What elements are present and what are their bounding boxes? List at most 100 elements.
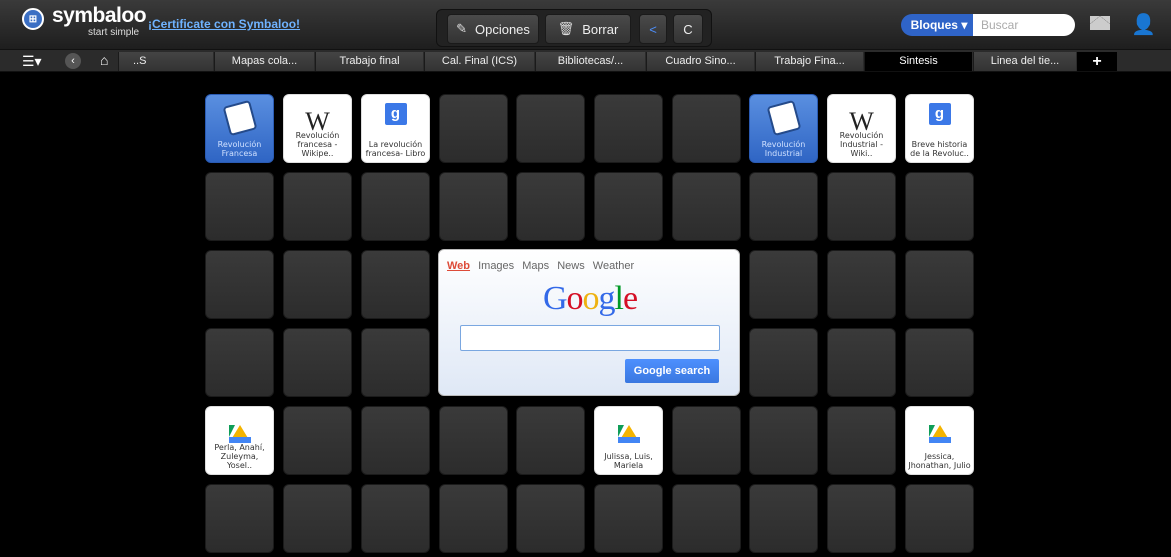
search-input[interactable]: Buscar: [973, 14, 1075, 36]
top-bar: ⊞ symbaloo start simple ¡Certificate con…: [0, 0, 1171, 50]
empty-tile[interactable]: [905, 484, 974, 553]
google-search-tabs: Web Images Maps News Weather: [447, 260, 639, 272]
book-icon: [766, 99, 801, 137]
google-tab-weather[interactable]: Weather: [593, 260, 634, 272]
tile-label: Revolución francesa - Wikipe..: [295, 131, 340, 158]
google-drive-icon: [617, 425, 640, 443]
empty-tile[interactable]: [205, 484, 274, 553]
empty-tile[interactable]: [439, 484, 508, 553]
tile-t3[interactable]: g La revolución francesa- Libro: [361, 94, 430, 163]
google-tab-maps[interactable]: Maps: [522, 260, 549, 272]
tile-label: Jessica, Jhonathan, Julio: [908, 452, 971, 470]
book-icon: [222, 99, 257, 137]
home-icon[interactable]: ⌂: [100, 52, 108, 68]
empty-tile[interactable]: [905, 172, 974, 241]
google-tab-news[interactable]: News: [557, 260, 585, 272]
tile-t4[interactable]: Revolución Industrial: [749, 94, 818, 163]
share-button[interactable]: <: [639, 14, 667, 44]
empty-tile[interactable]: [594, 94, 663, 163]
refresh-button[interactable]: C: [673, 14, 703, 44]
empty-tile[interactable]: [439, 406, 508, 475]
empty-tile[interactable]: [827, 484, 896, 553]
tab-cal-final[interactable]: Cal. Final (ICS): [424, 52, 534, 71]
empty-tile[interactable]: [283, 406, 352, 475]
empty-tile[interactable]: [205, 250, 274, 319]
chevron-left-icon[interactable]: ‹: [65, 53, 81, 69]
google-books-icon: g: [928, 103, 951, 125]
empty-tile[interactable]: [749, 172, 818, 241]
tile-label: Breve historia de la Revoluc..: [910, 140, 969, 158]
empty-tile[interactable]: [361, 328, 430, 397]
empty-tile[interactable]: [594, 172, 663, 241]
tab-mapas[interactable]: Mapas cola...: [214, 52, 314, 71]
empty-tile[interactable]: [439, 172, 508, 241]
empty-tile[interactable]: [827, 250, 896, 319]
tab-cuadro[interactable]: Cuadro Sino...: [646, 52, 754, 71]
google-tab-images[interactable]: Images: [478, 260, 514, 272]
empty-tile[interactable]: [905, 250, 974, 319]
mail-icon[interactable]: [1090, 16, 1110, 30]
tab-trabajo-final[interactable]: Trabajo final: [315, 52, 423, 71]
empty-tile[interactable]: [749, 328, 818, 397]
empty-tile[interactable]: [516, 484, 585, 553]
empty-tile[interactable]: [283, 328, 352, 397]
empty-tile[interactable]: [361, 484, 430, 553]
empty-tile[interactable]: [516, 406, 585, 475]
empty-tile[interactable]: [749, 250, 818, 319]
empty-tile[interactable]: [283, 172, 352, 241]
empty-tile[interactable]: [672, 172, 741, 241]
empty-tile[interactable]: [439, 94, 508, 163]
google-tab-web[interactable]: Web: [447, 260, 470, 272]
empty-tile[interactable]: [827, 172, 896, 241]
tile-t9[interactable]: Jessica, Jhonathan, Julio: [905, 406, 974, 475]
google-books-icon: g: [384, 103, 407, 125]
tile-label: Perla, Anahí, Zuleyma, Yosel..: [214, 443, 265, 470]
tile-t1[interactable]: Revolución Francesa: [205, 94, 274, 163]
empty-tile[interactable]: [827, 328, 896, 397]
tile-t7[interactable]: Perla, Anahí, Zuleyma, Yosel..: [205, 406, 274, 475]
empty-tile[interactable]: [749, 484, 818, 553]
tab-linea[interactable]: Linea del tie...: [973, 52, 1076, 71]
empty-tile[interactable]: [283, 484, 352, 553]
empty-tile[interactable]: [749, 406, 818, 475]
empty-tile[interactable]: [672, 484, 741, 553]
empty-tile[interactable]: [594, 484, 663, 553]
tile-t6[interactable]: g Breve historia de la Revoluc..: [905, 94, 974, 163]
trash-icon: 🗑: [557, 21, 575, 36]
empty-tile[interactable]: [516, 94, 585, 163]
tab-trabajo-fina[interactable]: Trabajo Fina...: [755, 52, 863, 71]
empty-tile[interactable]: [827, 406, 896, 475]
empty-tile[interactable]: [905, 328, 974, 397]
empty-tile[interactable]: [361, 406, 430, 475]
tab-partial[interactable]: ..S: [118, 52, 213, 71]
empty-tile[interactable]: [672, 94, 741, 163]
empty-tile[interactable]: [672, 406, 741, 475]
logo-subtitle: start simple: [88, 27, 140, 38]
bloques-button[interactable]: Bloques ▾: [901, 14, 977, 36]
tile-t8[interactable]: Julissa, Luis, Mariela: [594, 406, 663, 475]
tile-label: Revolución Industrial: [761, 140, 806, 158]
tile-t5[interactable]: W Revolución Industrial - Wiki..: [827, 94, 896, 163]
add-tab-button[interactable]: +: [1077, 52, 1117, 71]
logo-text[interactable]: symbaloo: [52, 4, 147, 28]
edit-icon: ✎: [456, 21, 467, 36]
symbaloo-logo-icon[interactable]: ⊞: [22, 8, 44, 30]
menu-list-icon[interactable]: ☰▾: [22, 53, 42, 70]
google-search-input[interactable]: [460, 325, 720, 351]
google-search-button[interactable]: Google search: [625, 359, 719, 383]
tile-t2[interactable]: W Revolución francesa - Wikipe..: [283, 94, 352, 163]
tab-bibliotecas[interactable]: Bibliotecas/...: [535, 52, 645, 71]
empty-tile[interactable]: [361, 172, 430, 241]
options-button[interactable]: ✎ Opciones: [447, 14, 539, 44]
empty-tile[interactable]: [516, 172, 585, 241]
delete-label: Borrar: [582, 21, 619, 37]
tile-label: La revolución francesa- Libro: [365, 140, 426, 158]
tab-sintesis[interactable]: Sintesis: [864, 52, 972, 71]
empty-tile[interactable]: [283, 250, 352, 319]
empty-tile[interactable]: [205, 328, 274, 397]
empty-tile[interactable]: [205, 172, 274, 241]
user-icon[interactable]: 👤: [1131, 12, 1156, 37]
certificate-link[interactable]: ¡Certificate con Symbaloo!: [148, 17, 300, 31]
delete-button[interactable]: 🗑 Borrar: [545, 14, 631, 44]
empty-tile[interactable]: [361, 250, 430, 319]
